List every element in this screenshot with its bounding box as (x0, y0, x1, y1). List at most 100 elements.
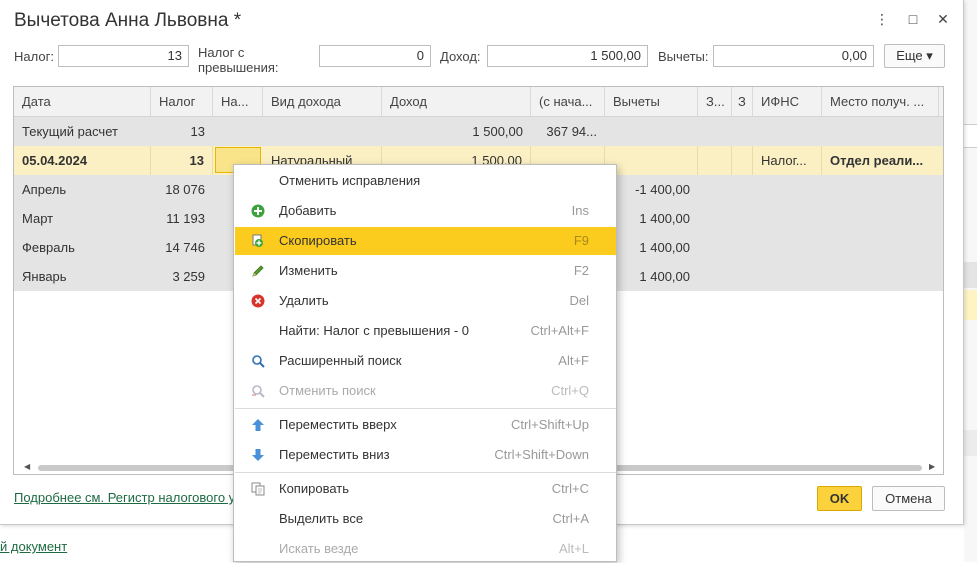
menu-item-label: Переместить вверх (279, 417, 397, 432)
menu-item-shortcut: Alt+F (558, 353, 589, 368)
menu-item-label: Расширенный поиск (279, 353, 402, 368)
excess-tax-field[interactable]: 0 (319, 45, 431, 67)
more-button[interactable]: Еще ▾ (884, 44, 945, 68)
menu-item-shortcut: F2 (573, 263, 589, 278)
cell-cumulative: 367 94... (546, 124, 597, 139)
context-menu: Отменить исправления Добавить Ins Скопир… (233, 164, 617, 562)
background-row (964, 262, 977, 288)
register-details-link[interactable]: Подробнее см. Регистр налогового у (14, 490, 235, 505)
cell-date: 05.04.2024 (14, 146, 151, 175)
menu-item-find[interactable]: Найти: Налог с превышения - 0 Ctrl+Alt+F (235, 317, 616, 345)
menu-item-shortcut: Ctrl+Shift+Down (494, 447, 589, 462)
menu-item-search-everywhere[interactable]: Искать везде Alt+L (235, 535, 616, 563)
column-header-place[interactable]: Место получ. ... (822, 87, 939, 116)
menu-item-delete[interactable]: Удалить Del (235, 287, 616, 315)
column-header-ifns[interactable]: ИФНС (753, 87, 822, 116)
menu-item-advanced-search[interactable]: Расширенный поиск Alt+F (235, 347, 616, 375)
scroll-left-icon[interactable]: ◀ (24, 462, 30, 471)
cancel-button[interactable]: Отмена (872, 486, 945, 511)
scroll-right-icon[interactable]: ▶ (929, 462, 935, 471)
column-header-income-kind[interactable]: Вид дохода (263, 87, 382, 116)
menu-item-label: Изменить (279, 263, 338, 278)
cell-z2 (732, 146, 753, 175)
cell-tax: 14 746 (165, 240, 205, 255)
menu-item-cancel-edits[interactable]: Отменить исправления (235, 167, 616, 195)
cell-income: 1 500,00 (472, 124, 523, 139)
income-field[interactable]: 1 500,00 (487, 45, 648, 67)
background-form (964, 0, 977, 562)
excess-tax-label: Налог с превышения: (198, 45, 279, 75)
column-header-income[interactable]: Доход (382, 87, 531, 116)
menu-item-duplicate[interactable]: Скопировать F9 (235, 227, 616, 255)
column-header-z2[interactable]: З (732, 87, 753, 116)
menu-separator (235, 408, 616, 409)
cell-date: Март (22, 211, 54, 226)
menu-item-shortcut: Del (569, 293, 589, 308)
close-icon[interactable]: ✕ (932, 8, 954, 30)
menu-item-shortcut: Ctrl+A (552, 511, 589, 526)
menu-item-cancel-search[interactable]: Отменить поиск Ctrl+Q (235, 377, 616, 405)
menu-separator (235, 472, 616, 473)
grid-header: Дата Налог На... Вид дохода Доход (с нач… (14, 87, 943, 117)
menu-item-add[interactable]: Добавить Ins (235, 197, 616, 225)
column-header-cumulative[interactable]: (с нача... (531, 87, 605, 116)
cell-date: Апрель (22, 182, 67, 197)
add-icon (251, 204, 265, 218)
maximize-icon[interactable]: □ (902, 8, 924, 30)
column-header-deductions[interactable]: Вычеты (605, 87, 698, 116)
menu-item-move-down[interactable]: Переместить вниз Ctrl+Shift+Down (235, 441, 616, 469)
cell-deductions (605, 146, 698, 175)
cell-date: Январь (22, 269, 67, 284)
more-button-label: Еще (896, 48, 923, 63)
menu-item-shortcut: Ctrl+Alt+F (530, 323, 589, 338)
cell-deductions: 1 400,00 (639, 240, 690, 255)
more-actions-icon[interactable]: ⋮ (871, 8, 893, 30)
menu-item-copy[interactable]: Копировать Ctrl+C (235, 475, 616, 503)
menu-item-label: Удалить (279, 293, 329, 308)
deductions-label: Вычеты: (658, 49, 709, 64)
menu-item-edit[interactable]: Изменить F2 (235, 257, 616, 285)
delete-icon (251, 294, 265, 308)
menu-item-label: Скопировать (279, 233, 357, 248)
cell-tax: 11 193 (166, 211, 205, 226)
menu-item-shortcut: Ctrl+Q (551, 383, 589, 398)
cell-tax: 3 259 (172, 269, 205, 284)
menu-item-shortcut: Ctrl+Shift+Up (510, 417, 589, 432)
table-row[interactable]: Текущий расчет 13 1 500,00 367 94... (14, 117, 943, 146)
deductions-field[interactable]: 0,00 (713, 45, 874, 67)
menu-item-shortcut: F9 (573, 233, 589, 248)
menu-item-shortcut: Ins (571, 203, 589, 218)
background-field (964, 124, 977, 148)
pencil-icon (252, 265, 264, 277)
clipboard-copy-icon (251, 482, 265, 496)
cell-date: Февраль (22, 240, 75, 255)
window-title: Вычетова Анна Львовна * (14, 10, 242, 31)
menu-item-label: Добавить (279, 203, 337, 218)
cancel-search-icon (252, 385, 265, 398)
cell-tax: 13 (151, 146, 213, 175)
column-header-date[interactable]: Дата (14, 87, 151, 116)
column-header-z1[interactable]: З... (698, 87, 732, 116)
ok-button[interactable]: OK (817, 486, 862, 511)
background-row-selected (964, 290, 977, 320)
arrow-up-icon (252, 419, 264, 431)
menu-item-select-all[interactable]: Выделить все Ctrl+A (235, 505, 616, 533)
menu-item-shortcut: Ctrl+C (551, 481, 589, 496)
column-header-tax-excess[interactable]: На... (213, 87, 263, 116)
cell-deductions: 1 400,00 (639, 269, 690, 284)
cell-place: Отдел реали... (830, 153, 924, 168)
menu-item-label: Искать везде (279, 541, 359, 556)
cell-ifns: Налог... (753, 146, 822, 175)
column-header-tax[interactable]: Налог (151, 87, 213, 116)
cell-z1 (698, 146, 732, 175)
menu-item-label: Отменить исправления (279, 173, 421, 188)
menu-item-label: Переместить вниз (279, 447, 390, 462)
cell-deductions: -1 400,00 (635, 182, 690, 197)
income-label: Доход: (440, 49, 481, 64)
menu-item-label: Найти: Налог с превышения - 0 (279, 323, 470, 338)
cell-tax: 13 (190, 124, 205, 139)
menu-item-move-up[interactable]: Переместить вверх Ctrl+Shift+Up (235, 411, 616, 439)
tax-field[interactable]: 13 (58, 45, 189, 67)
copy-row-icon (252, 234, 263, 247)
background-document-link[interactable]: й документ (0, 539, 67, 554)
